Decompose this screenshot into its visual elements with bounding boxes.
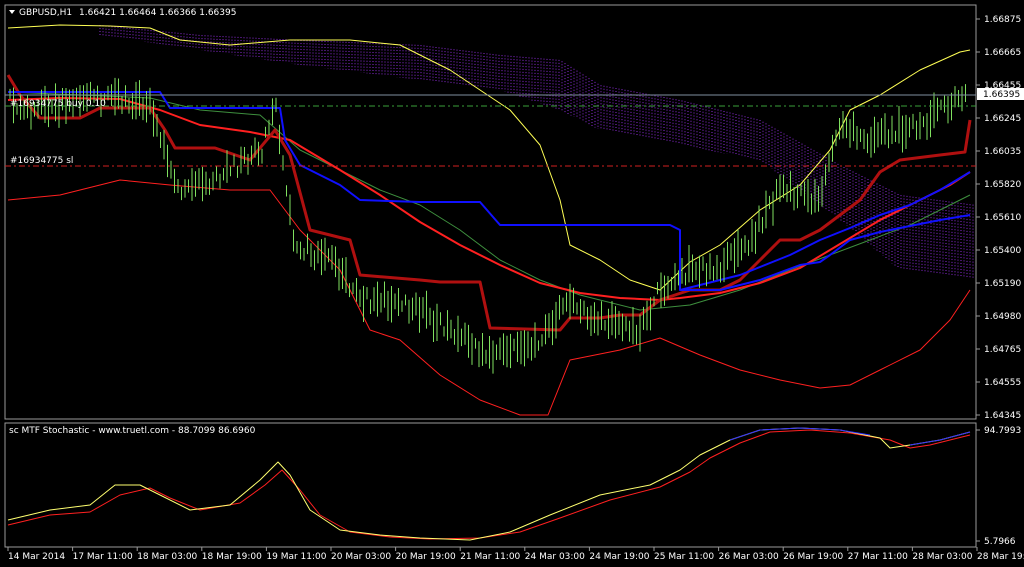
price-tick-label: 1.66035 bbox=[984, 147, 1021, 157]
time-tick-label: 14 Mar 2014 bbox=[8, 552, 65, 562]
price-axis[interactable]: 1.668751.666651.664551.662451.660351.658… bbox=[976, 15, 1021, 421]
order-buy-label: #16934775 buy 0.10 bbox=[10, 99, 106, 109]
time-tick-label: 26 Mar 19:00 bbox=[783, 552, 843, 562]
time-tick-label: 27 Mar 11:00 bbox=[848, 552, 908, 562]
time-tick-label: 20 Mar 19:00 bbox=[396, 552, 456, 562]
time-tick-label: 20 Mar 03:00 bbox=[331, 552, 391, 562]
time-tick-label: 18 Mar 03:00 bbox=[137, 552, 197, 562]
stoch-tick-label: 5.7966 bbox=[984, 537, 1016, 547]
stoch-tick-label: 94.7993 bbox=[984, 426, 1021, 436]
price-tick-label: 1.65400 bbox=[984, 246, 1021, 256]
time-tick-label: 26 Mar 03:00 bbox=[719, 552, 779, 562]
time-tick-label: 24 Mar 03:00 bbox=[525, 552, 585, 562]
price-tick-label: 1.64555 bbox=[984, 378, 1021, 388]
symbol-header: GBPUSD,H1 bbox=[19, 8, 72, 18]
time-axis[interactable]: 14 Mar 2014 17 Mar 11:00 18 Mar 03:00 18 Ma… bbox=[7, 547, 1024, 562]
time-tick-label: 21 Mar 11:00 bbox=[460, 552, 520, 562]
current-price-value: 1.66395 bbox=[983, 90, 1020, 100]
time-tick-label: 28 Mar 19:00 bbox=[977, 552, 1024, 562]
ohlc-header: 1.66421 1.66464 1.66366 1.66395 bbox=[79, 8, 236, 18]
time-tick-label: 19 Mar 11:00 bbox=[266, 552, 326, 562]
stochastic-axis: 94.7993 5.7966 bbox=[976, 426, 1021, 547]
time-tick-label: 17 Mar 11:00 bbox=[73, 552, 133, 562]
main-chart-frame bbox=[4, 4, 977, 420]
price-tick-label: 1.65820 bbox=[984, 180, 1021, 190]
time-tick-label: 28 Mar 03:00 bbox=[912, 552, 972, 562]
price-tick-label: 1.66875 bbox=[984, 15, 1021, 25]
price-tick-label: 1.64765 bbox=[984, 345, 1021, 355]
terminal-chart-window: GBPUSD,H1 1.66421 1.66464 1.66366 1.6639… bbox=[0, 0, 1024, 567]
price-tick-label: 1.64980 bbox=[984, 312, 1021, 322]
price-tick-label: 1.66245 bbox=[984, 114, 1021, 124]
price-tick-label: 1.66665 bbox=[984, 48, 1021, 58]
time-tick-label: 18 Mar 19:00 bbox=[202, 552, 262, 562]
time-tick-label: 24 Mar 19:00 bbox=[589, 552, 649, 562]
stochastic-title: sc MTF Stochastic - www.truetl.com - 88.… bbox=[9, 426, 256, 436]
price-tick-label: 1.64345 bbox=[984, 411, 1021, 421]
time-tick-label: 25 Mar 11:00 bbox=[654, 552, 714, 562]
order-sl-label: #16934775 sl bbox=[10, 156, 73, 166]
chart-canvas[interactable]: GBPUSD,H1 1.66421 1.66464 1.66366 1.6639… bbox=[0, 0, 1024, 567]
price-tick-label: 1.65190 bbox=[984, 279, 1021, 289]
stochastic-window-frame bbox=[4, 422, 977, 548]
price-tick-label: 1.65610 bbox=[984, 213, 1021, 223]
